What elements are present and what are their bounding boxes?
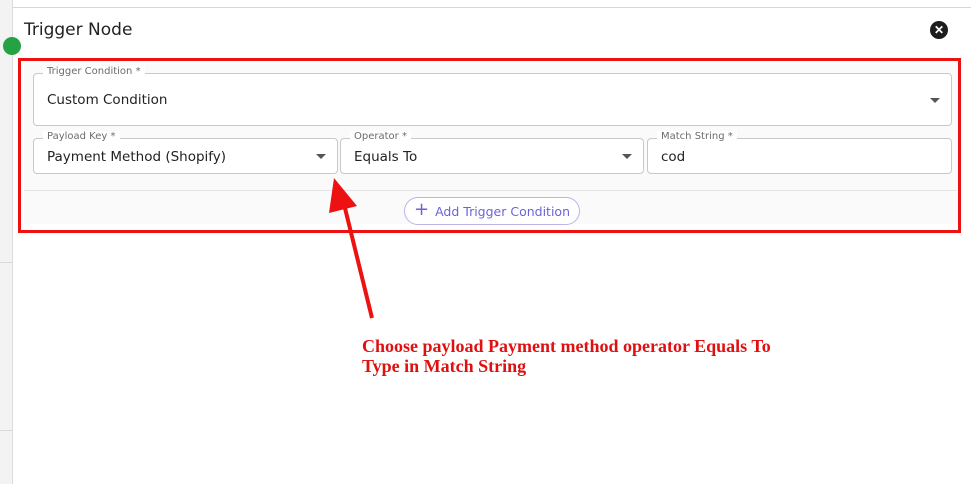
arrow-shaft: [341, 199, 374, 319]
annotation-arrow: [329, 178, 374, 319]
annotation-text: Choose payload Payment method operator E…: [362, 336, 771, 376]
annotation-line-2: Type in Match String: [362, 356, 527, 376]
arrow-head: [329, 178, 357, 213]
annotation-line-1: Choose payload Payment method operator E…: [362, 336, 771, 356]
